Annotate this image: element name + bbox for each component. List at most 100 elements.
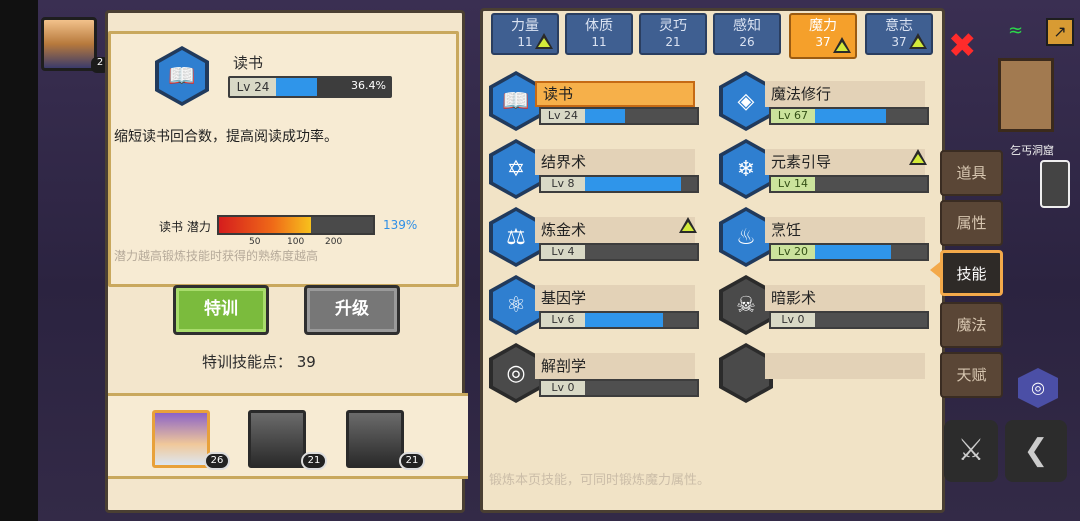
upgrade-button[interactable]: 升级 xyxy=(304,285,400,335)
skill-alchemy[interactable]: ⚖ 炼金术 Lv 4 xyxy=(489,207,709,269)
tab-magic[interactable]: 魔力 37 xyxy=(789,13,857,59)
skill-reading[interactable]: 📖 读书 Lv 24 xyxy=(489,71,709,133)
skill-barrier[interactable]: ✡ 结界术 Lv 8 xyxy=(489,139,709,201)
potential-bar xyxy=(217,215,375,235)
skill-element-guide[interactable]: ❄ 元素引导 Lv 14 xyxy=(719,139,939,201)
skill-bar: Lv 67 xyxy=(769,107,929,125)
skill-level: Lv 6 xyxy=(541,313,585,327)
potential-tick: 100 xyxy=(287,237,305,247)
tab-will[interactable]: 意志 37 xyxy=(865,13,933,55)
skill-name: 暗影术 xyxy=(765,285,925,311)
tab-perception[interactable]: 感知 26 xyxy=(713,13,781,55)
minimap[interactable] xyxy=(998,58,1054,132)
skill-name: 烹饪 xyxy=(765,217,925,243)
tab-value: 26 xyxy=(739,35,755,49)
skill-shadow[interactable]: ☠ 暗影术 Lv 0 xyxy=(719,275,939,337)
train-points: 特训技能点： 39 xyxy=(202,353,316,371)
skill-title: 读书 xyxy=(233,54,264,72)
close-icon[interactable]: ✖ xyxy=(948,26,977,66)
companion-golem[interactable] xyxy=(346,410,404,468)
skill-list-panel: 力量 11 体质 11 灵巧 21 感知 26 魔力 37 意志 37 📖 读书… xyxy=(480,8,945,513)
attribute-tabs: 力量 11 体质 11 灵巧 21 感知 26 魔力 37 意志 37 xyxy=(487,11,942,59)
tab-label: 魔力 xyxy=(809,18,837,34)
skill-level: Lv 14 xyxy=(771,177,815,191)
wifi-icon: ≈ xyxy=(1008,20,1024,41)
tab-label: 感知 xyxy=(733,18,761,34)
skill-name: 结界术 xyxy=(535,149,695,175)
potential-pct: 139% xyxy=(383,218,418,232)
skill-progress-fill xyxy=(276,78,317,96)
side-tab-attributes[interactable]: 属性 xyxy=(940,200,1003,246)
potential-empty xyxy=(311,217,373,233)
phone-icon[interactable] xyxy=(1040,160,1070,208)
skill-genetics[interactable]: ⚛ 基因学 Lv 6 xyxy=(489,275,709,337)
upgrade-arrow-icon xyxy=(679,217,697,233)
skill-bar: Lv 14 xyxy=(769,175,929,193)
side-tab-skills[interactable]: 技能 xyxy=(940,250,1003,296)
skill-name: 基因学 xyxy=(535,285,695,311)
potential-hint: 潜力越高锻炼技能时获得的熟练度越高 xyxy=(114,249,319,263)
screen-edge xyxy=(0,0,38,521)
skill-bar: Lv 24 xyxy=(539,107,699,125)
skill-description: 缩短读书回合数，提高阅读成功率。 xyxy=(114,129,338,145)
tab-dexterity[interactable]: 灵巧 21 xyxy=(639,13,707,55)
skill-progress-fill xyxy=(585,313,663,327)
tab-label: 力量 xyxy=(511,18,539,34)
skill-level: Lv 8 xyxy=(541,177,585,191)
active-tab-arrow-icon xyxy=(930,262,940,278)
potential-tick: 200 xyxy=(325,237,343,247)
skill-magic-training[interactable]: ◈ 魔法修行 Lv 67 xyxy=(719,71,939,133)
side-tab-magic[interactable]: 魔法 xyxy=(940,302,1003,348)
skill-level: Lv 0 xyxy=(771,313,815,327)
skill-progress-fill xyxy=(815,245,891,259)
skill-empty-slot xyxy=(719,343,939,405)
skill-bar: Lv 6 xyxy=(539,311,699,329)
skill-progress-fill xyxy=(815,109,886,123)
train-button[interactable]: 特训 xyxy=(173,285,269,335)
companion-mage[interactable] xyxy=(152,410,210,468)
skill-name: 读书 xyxy=(535,81,695,107)
skill-level-bar: Lv 24 36.4% xyxy=(228,76,392,98)
potential-tick: 50 xyxy=(249,237,261,247)
tab-label: 意志 xyxy=(885,18,913,34)
tab-constitution[interactable]: 体质 11 xyxy=(565,13,633,55)
skill-level: Lv 67 xyxy=(771,109,815,123)
empty-slot-box xyxy=(765,353,925,379)
skill-level: Lv 20 xyxy=(771,245,815,259)
tab-label: 体质 xyxy=(585,18,613,34)
skill-detail-panel: 📖 读书 Lv 24 36.4% 缩短读书回合数，提高阅读成功率。 读书 潜力 … xyxy=(105,10,468,513)
companion-level: 26 xyxy=(204,452,230,470)
skill-name: 元素引导 xyxy=(765,149,925,175)
exit-icon[interactable]: ↗ xyxy=(1046,18,1074,46)
tab-value: 11 xyxy=(591,35,607,49)
sword-icon[interactable]: ⚔ xyxy=(944,420,998,482)
skill-info-card: 📖 读书 Lv 24 36.4% 缩短读书回合数，提高阅读成功率。 读书 潜力 … xyxy=(108,31,459,287)
side-tab-talent[interactable]: 天赋 xyxy=(940,352,1003,398)
companion-level: 21 xyxy=(301,452,327,470)
skill-cooking[interactable]: ♨ 烹饪 Lv 20 xyxy=(719,207,939,269)
skill-level: Lv 0 xyxy=(541,381,585,395)
skill-bar: Lv 4 xyxy=(539,243,699,261)
upgrade-arrow-icon xyxy=(909,149,927,165)
tab-label: 灵巧 xyxy=(659,18,687,34)
skill-name: 炼金术 xyxy=(535,217,695,243)
skill-progress-fill xyxy=(585,177,681,191)
side-tab-items[interactable]: 道具 xyxy=(940,150,1003,196)
skill-bar: Lv 20 xyxy=(769,243,929,261)
companion-beast[interactable] xyxy=(248,410,306,468)
skill-level: Lv 24 xyxy=(541,109,585,123)
skill-name: 解剖学 xyxy=(535,353,695,379)
skill-anatomy[interactable]: ◎ 解剖学 Lv 0 xyxy=(489,343,709,405)
skill-bar: Lv 8 xyxy=(539,175,699,193)
bow-icon[interactable]: ❮ xyxy=(1005,420,1067,482)
potential-label: 读书 潜力 xyxy=(159,220,211,234)
book-icon: 📖 xyxy=(155,46,209,106)
skill-level: Lv 24 xyxy=(230,78,276,96)
tab-strength[interactable]: 力量 11 xyxy=(491,13,559,55)
skill-bar: Lv 0 xyxy=(769,311,929,329)
skill-level: Lv 4 xyxy=(541,245,585,259)
map-location-label: 乞丐洞窟 xyxy=(1010,144,1054,157)
hero-avatar[interactable] xyxy=(41,17,97,71)
skill-name: 魔法修行 xyxy=(765,81,925,107)
skill-progress-fill xyxy=(585,109,625,123)
